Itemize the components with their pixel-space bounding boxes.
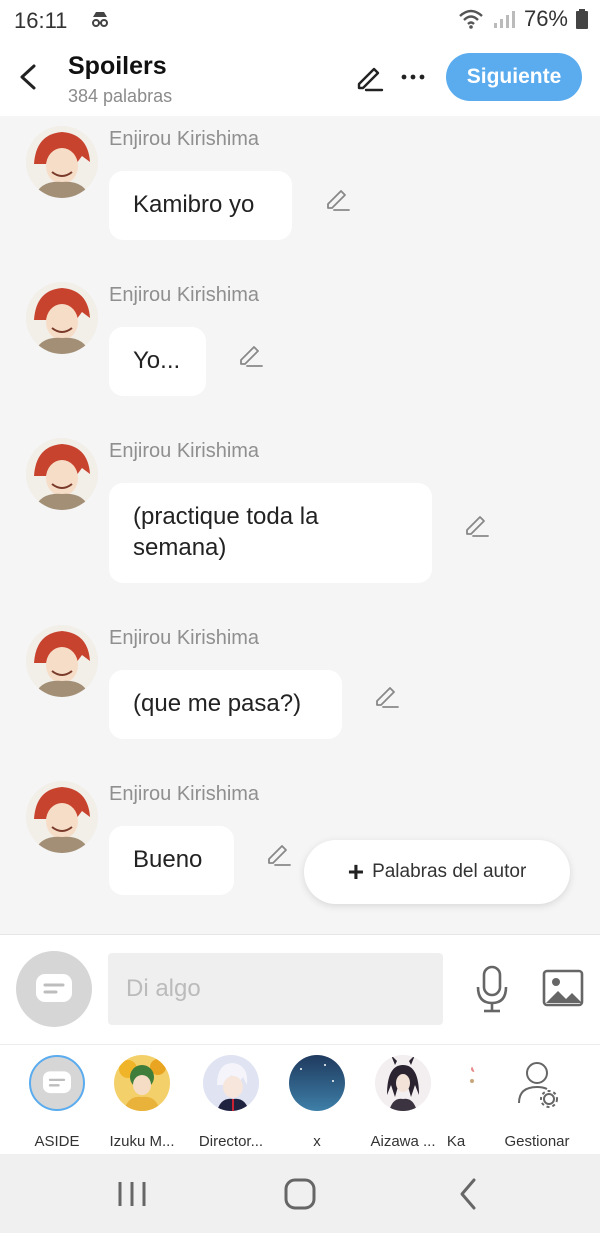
manage-label: Gestionar: [504, 1133, 570, 1150]
back-nav-icon[interactable]: [448, 1176, 488, 1212]
word-count: 384 palabras: [68, 86, 173, 106]
sender-name: Enjirou Kirishima: [109, 627, 260, 649]
character-bar: ASIDE Izuku M... Director... x Aizawa ..…: [0, 1044, 600, 1155]
sender-name: Enjirou Kirishima: [109, 284, 260, 306]
character-item[interactable]: Ka: [426, 1055, 486, 1151]
more-horizontal-icon[interactable]: [400, 62, 426, 92]
character-label: ASIDE: [34, 1133, 80, 1150]
character-label: Director...: [198, 1133, 264, 1150]
avatar[interactable]: [26, 625, 98, 697]
avatar: [375, 1055, 431, 1111]
back-icon[interactable]: [14, 60, 44, 94]
image-icon[interactable]: [542, 969, 584, 1007]
manage-button[interactable]: Gestionar: [492, 1055, 582, 1151]
wifi-icon: [459, 9, 483, 29]
message-input[interactable]: Di algo: [108, 953, 443, 1025]
system-nav-bar: [0, 1154, 600, 1233]
message-bubble[interactable]: Kamibro yo: [109, 171, 292, 240]
pencil-icon[interactable]: [238, 342, 264, 368]
avatar[interactable]: [26, 438, 98, 510]
signal-icon: [493, 11, 515, 28]
battery-percent: 76%: [523, 6, 568, 31]
recent-apps-icon[interactable]: [112, 1176, 152, 1212]
aside-avatar: [29, 1055, 85, 1111]
character-item[interactable]: Izuku M...: [97, 1055, 187, 1151]
status-bar: 16:11 76%: [0, 0, 600, 42]
plus-icon: +: [347, 856, 365, 887]
input-bar: Di algo: [0, 934, 600, 1045]
pencil-icon[interactable]: [325, 186, 351, 212]
character-item[interactable]: x: [272, 1055, 362, 1151]
pencil-icon[interactable]: [354, 62, 384, 92]
message-bubble[interactable]: (que me pasa?): [109, 670, 342, 739]
character-label: x: [313, 1133, 321, 1150]
incognito-icon: [92, 12, 108, 27]
status-time: 16:11: [14, 8, 68, 33]
character-item[interactable]: Director...: [186, 1055, 276, 1151]
avatar: [203, 1055, 259, 1111]
sender-name: Enjirou Kirishima: [109, 440, 260, 462]
character-label: Ka: [446, 1133, 466, 1150]
message-bubble[interactable]: (practique toda la semana): [109, 483, 432, 583]
manage-user-icon: [518, 1062, 558, 1108]
home-icon[interactable]: [280, 1176, 320, 1212]
sender-name: Enjirou Kirishima: [109, 128, 260, 150]
message-bubble[interactable]: Yo...: [109, 327, 206, 396]
microphone-icon[interactable]: [474, 965, 510, 1013]
chat-bubble-icon: [43, 1071, 71, 1094]
header: Spoilers 384 palabras Siguiente: [0, 42, 600, 116]
author-words-button[interactable]: + Palabras del autor: [304, 840, 570, 904]
author-words-label: Palabras del autor: [372, 861, 527, 882]
chat-bubble-icon: [36, 974, 72, 1002]
character-select-button[interactable]: [16, 951, 92, 1027]
sender-name: Enjirou Kirishima: [109, 783, 260, 805]
message-bubble[interactable]: Bueno: [109, 826, 234, 895]
avatar[interactable]: [26, 781, 98, 853]
avatar: [289, 1055, 345, 1111]
avatar: [114, 1055, 170, 1111]
next-button[interactable]: Siguiente: [446, 53, 582, 101]
character-item-aside[interactable]: ASIDE: [12, 1055, 102, 1151]
pencil-icon[interactable]: [374, 683, 400, 709]
chat-thread: Enjirou Kirishima Kamibro yo Enjirou Kir…: [0, 116, 600, 934]
avatar[interactable]: [26, 282, 98, 354]
avatar[interactable]: [26, 126, 98, 198]
page-title: Spoilers: [68, 52, 167, 80]
avatar: [436, 1055, 476, 1111]
pencil-icon[interactable]: [464, 512, 490, 538]
battery-icon: [576, 9, 588, 29]
character-label: Izuku M...: [109, 1133, 175, 1150]
pencil-icon[interactable]: [266, 841, 292, 867]
